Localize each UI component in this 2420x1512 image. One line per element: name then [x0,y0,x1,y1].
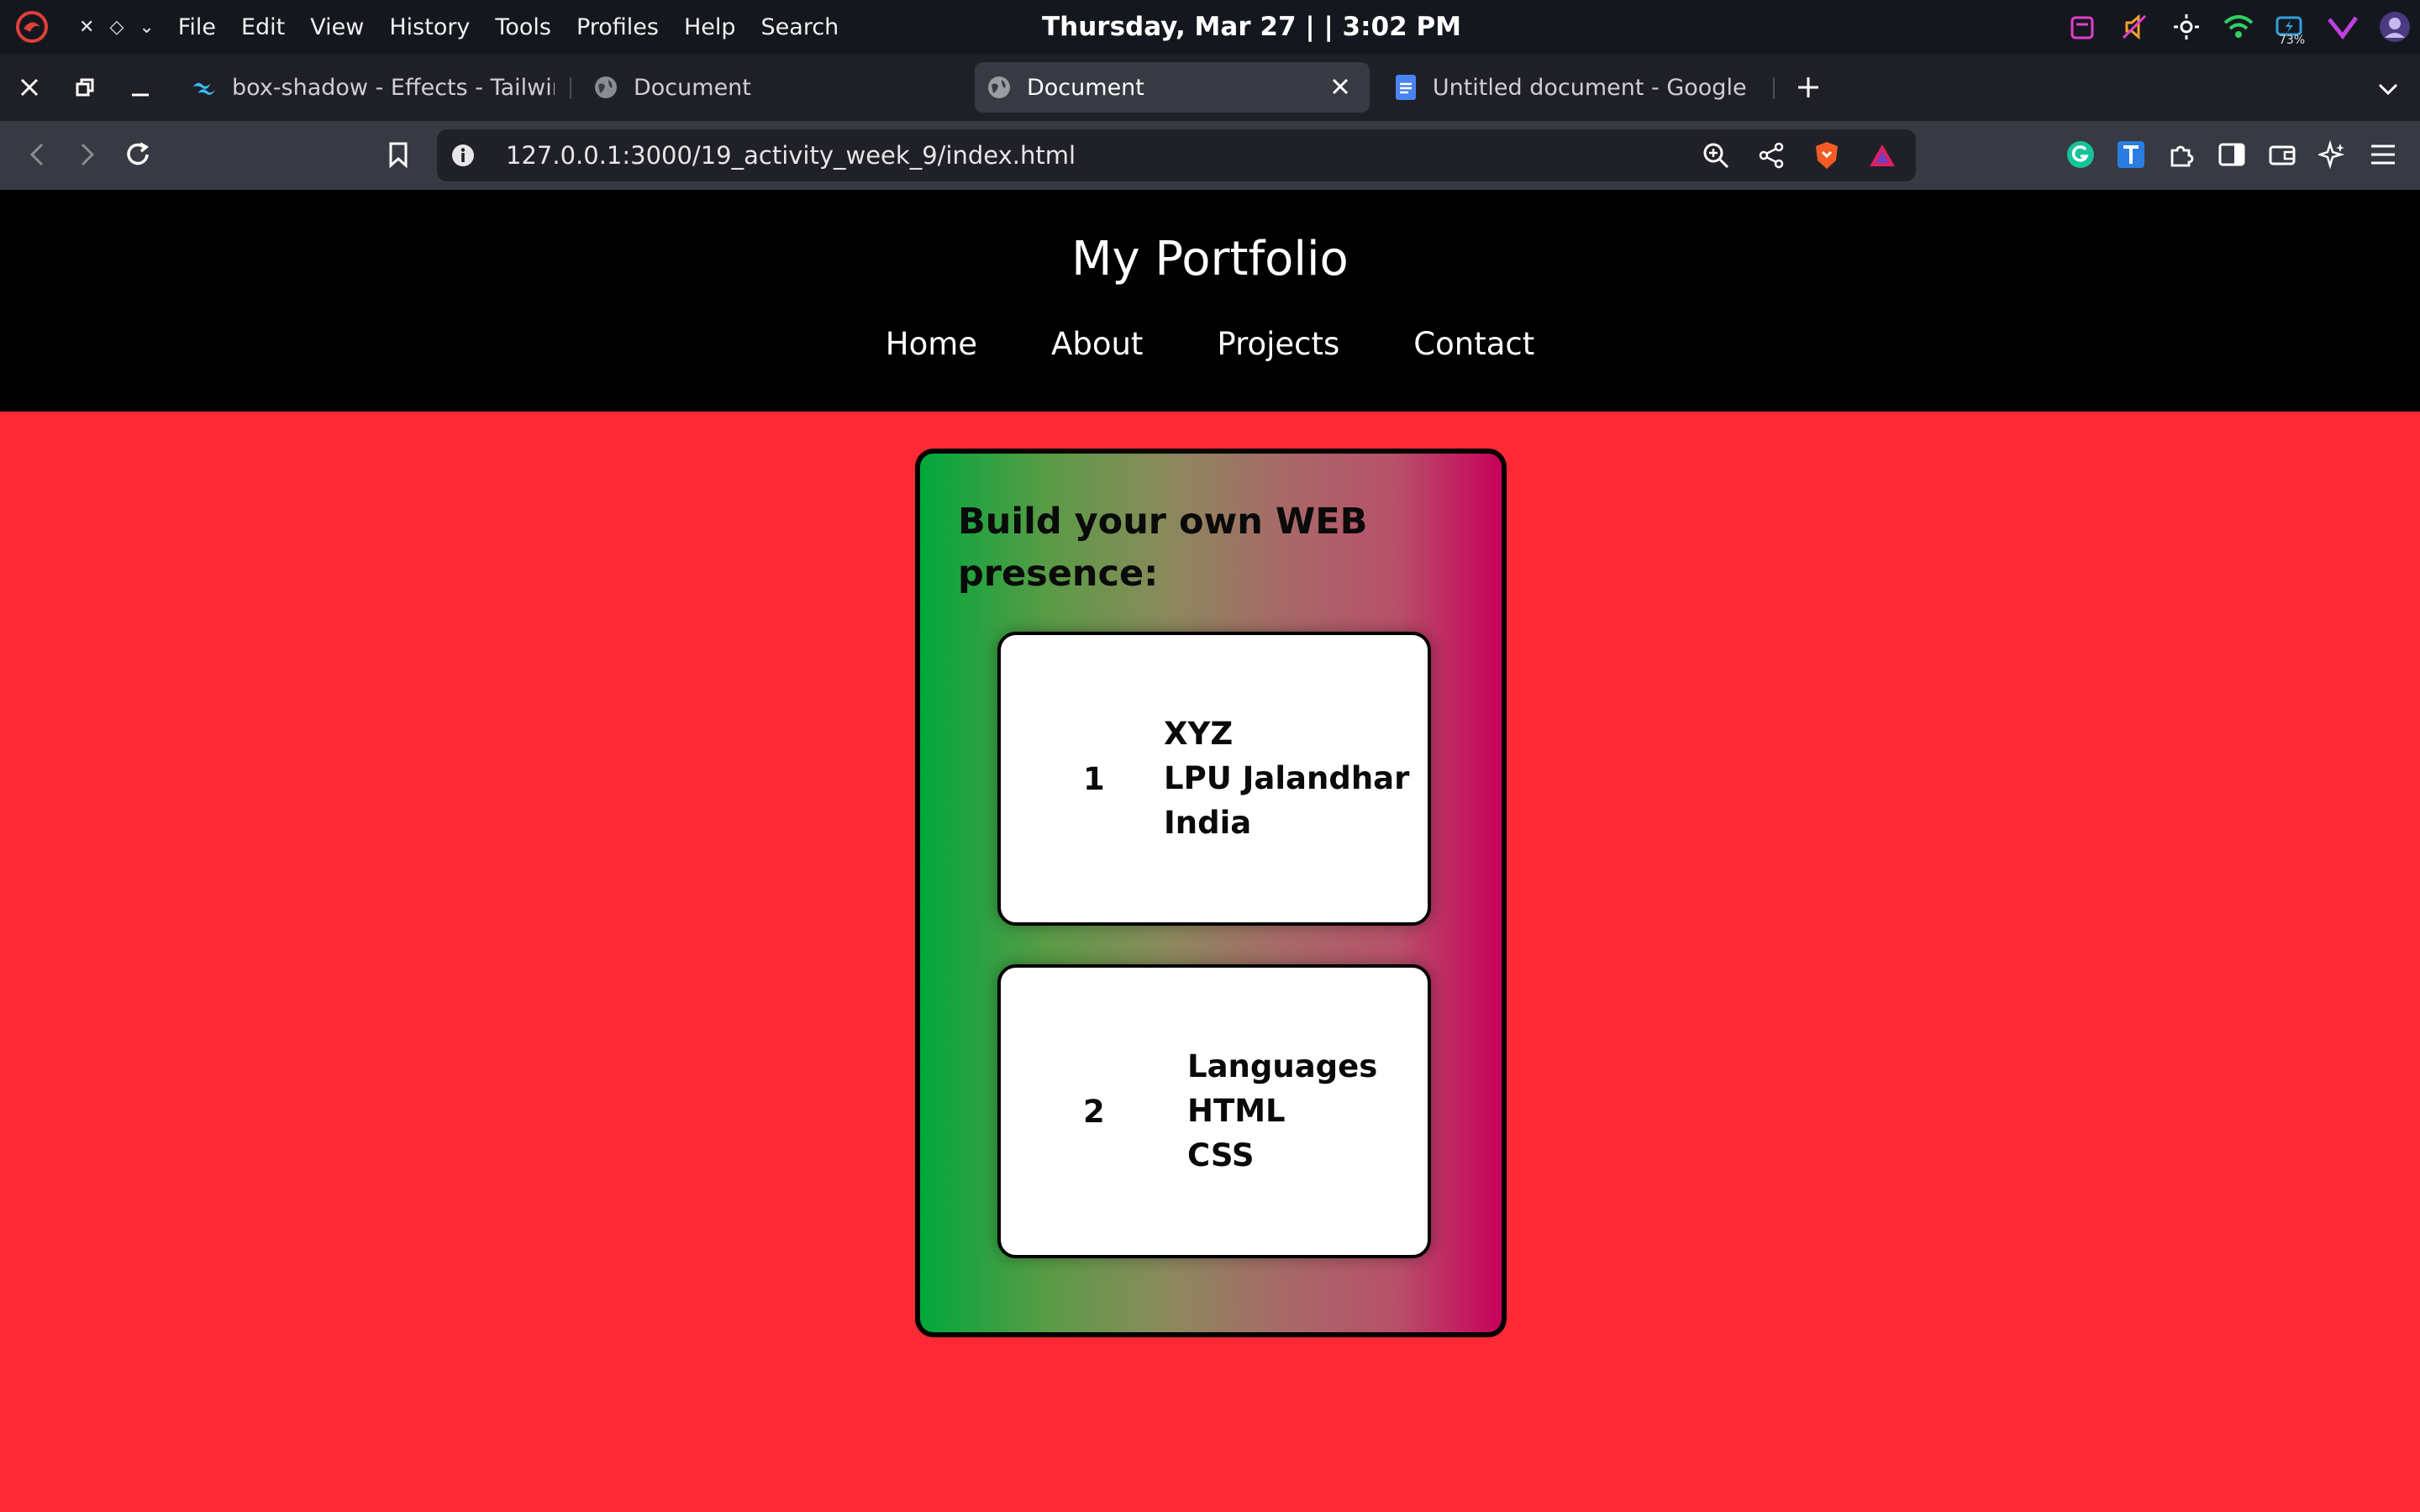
browser-toolbar: 127.0.0.1:3000/19_activity_week_9/index.… [0,121,2420,192]
system-top-bar: ✕ ◇ ⌄ File Edit View History Tools Profi… [0,0,2420,54]
forward-icon[interactable] [71,138,104,171]
menu-history[interactable]: History [389,14,470,40]
chevron-down-icon[interactable] [2373,74,2403,104]
item-lines: Languages HTML CSS [1187,1044,1377,1178]
menu-search[interactable]: Search [761,14,839,40]
sidebar-icon[interactable] [2215,138,2249,171]
menu-help[interactable]: Help [684,14,736,40]
item-line: India [1164,805,1252,841]
tab-title: Document [1027,74,1144,101]
nav-link-about[interactable]: About [1051,326,1143,362]
address-bar-icons [1699,129,1899,181]
tab-title: Untitled document - Google Do [1432,74,1748,101]
google-docs-icon [1395,75,1418,100]
tab-document-active[interactable]: Document [975,62,1370,113]
info-box-1: 1 XYZ LPU Jalandhar India [997,632,1431,926]
hamburger-menu-icon[interactable] [2366,138,2400,171]
globe-icon [593,75,618,100]
system-tray: 73% [2065,0,2412,54]
brightness-icon[interactable] [2170,10,2203,44]
user-avatar-icon[interactable] [2378,10,2412,44]
menu-tools[interactable]: Tools [495,14,551,40]
menu-edit[interactable]: Edit [241,14,285,40]
gradient-card: Build your own WEB presence: 1 XYZ LPU J… [915,449,1507,1337]
menu-file[interactable]: File [178,14,216,40]
chevron-down-icon[interactable]: ⌄ [139,17,154,38]
address-bar[interactable]: 127.0.0.1:3000/19_activity_week_9/index.… [437,129,1916,181]
card-heading: Build your own WEB presence: [958,501,1368,595]
url-text[interactable]: 127.0.0.1:3000/19_activity_week_9/index.… [506,141,1076,170]
window-buttons [17,75,153,100]
site-nav: Home About Projects Contact [0,326,2420,362]
tab-strip: box-shadow - Effects - Tailwind Document… [0,54,2420,121]
wallet-icon[interactable] [2265,138,2299,171]
share-icon[interactable] [1754,139,1788,172]
menu-view[interactable]: View [310,14,364,40]
tab-title: box-shadow - Effects - Tailwind [232,74,555,101]
battery-percent: 73% [2279,34,2306,47]
minimize-icon[interactable] [128,75,153,100]
tab-separator [1773,77,1775,99]
grammarly-icon[interactable] [2064,138,2097,171]
tailwind-icon [192,75,217,100]
back-icon[interactable] [20,138,54,171]
menu-profiles[interactable]: Profiles [576,14,659,40]
new-tab-icon[interactable] [1791,71,1825,104]
bookmark-icon[interactable] [381,138,415,171]
calendar-icon[interactable] [2065,10,2099,44]
item-line: CSS [1187,1137,1255,1173]
tab-document-1[interactable]: Document [581,62,951,113]
brave-rewards-icon[interactable] [1865,139,1899,172]
translate-t-icon[interactable] [2114,138,2148,171]
nav-link-projects[interactable]: Projects [1217,326,1339,362]
item-lines: XYZ LPU Jalandhar India [1164,711,1409,845]
tab-google-docs[interactable]: Untitled document - Google Do [1383,62,1760,113]
wifi-icon[interactable] [2222,10,2255,44]
item-line: Languages [1187,1048,1378,1084]
reload-icon[interactable] [121,138,155,171]
zoom-icon[interactable] [1699,139,1733,172]
site-title: My Portfolio [1071,232,1349,286]
mute-icon[interactable] [2118,10,2151,44]
tab-tailwind[interactable]: box-shadow - Effects - Tailwind [180,62,566,113]
site-header: My Portfolio Home About Projects Contact [0,190,2420,412]
diamond-icon[interactable]: ◇ [109,17,124,38]
close-icon[interactable] [17,75,42,100]
globe-icon [986,75,1012,100]
info-box-2: 2 Languages HTML CSS [997,964,1431,1258]
info-icon[interactable] [450,143,476,168]
item-number: 1 [1083,761,1105,797]
item-line: XYZ [1164,716,1234,752]
extensions-icon[interactable] [2165,138,2198,171]
window-controls: ✕ ◇ ⌄ [79,17,155,38]
clock[interactable]: Thursday, Mar 27 | | 3:02 PM [1042,0,1461,54]
item-line: HTML [1187,1093,1286,1129]
item-line: LPU Jalandhar [1164,760,1410,796]
menu-bar: File Edit View History Tools Profiles He… [178,14,865,40]
item-number: 2 [1083,1094,1105,1130]
tab-title: Document [634,74,751,101]
nav-link-contact[interactable]: Contact [1413,326,1534,362]
tab-separator [570,77,571,99]
brave-shield-icon[interactable] [1810,139,1844,172]
nav-link-home[interactable]: Home [886,326,977,362]
v-app-icon[interactable] [2326,10,2360,44]
app-logo-icon[interactable] [13,8,50,45]
battery-icon[interactable]: 73% [2274,10,2307,47]
close-tab-icon[interactable] [1328,74,1353,99]
restore-icon[interactable] [72,75,97,100]
leo-ai-icon[interactable] [2316,138,2349,171]
close-window-icon[interactable]: ✕ [79,17,94,38]
